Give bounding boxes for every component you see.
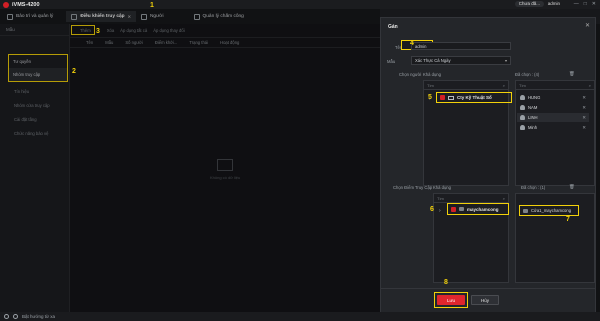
annotation-8: 8	[444, 279, 448, 286]
title-bar: iVMS-4200 Chưa đă... admin — □ ✕	[0, 0, 600, 9]
minimize-icon[interactable]: —	[574, 1, 579, 7]
maximize-icon[interactable]: □	[584, 1, 587, 7]
online-status-button[interactable]: Chưa đă...	[514, 1, 544, 7]
status-bar: Bật hướng từ xa	[0, 312, 600, 321]
annotation-1: 1	[150, 2, 154, 9]
selected-door-item[interactable]: Cửa1_maychamcong	[519, 205, 579, 216]
cancel-button[interactable]: Hủy	[471, 295, 499, 305]
chevron-down-icon: ▾	[504, 58, 507, 63]
remove-icon[interactable]: ✕	[582, 95, 586, 101]
annotation-5: 5	[428, 94, 432, 101]
point-search-input[interactable]: Tìm ⌕	[434, 194, 508, 203]
person-icon	[520, 105, 525, 110]
remove-icon[interactable]: ✕	[582, 105, 586, 111]
user-menu[interactable]: admin	[548, 1, 560, 6]
remove-icon[interactable]: ✕	[582, 115, 586, 121]
status-text: Bật hướng từ xa	[22, 314, 55, 319]
name-input[interactable]: admin	[411, 42, 511, 50]
device-icon	[459, 207, 464, 211]
modal-overlay	[0, 9, 380, 312]
close-icon[interactable]: ✕	[592, 1, 596, 7]
checkbox-checked-icon[interactable]	[451, 206, 456, 212]
person-icon	[520, 115, 525, 120]
expand-arrow-icon[interactable]: ›	[439, 208, 441, 214]
app-logo-icon	[3, 1, 9, 8]
trash-icon[interactable]: 🗑	[569, 71, 575, 77]
template-label: Mẫu	[387, 59, 396, 64]
remove-icon[interactable]: ✕	[582, 125, 586, 131]
annotation-3: 3	[96, 28, 100, 35]
person-icon	[520, 125, 525, 130]
choose-person-label: Chọn người	[399, 72, 422, 77]
close-icon[interactable]: ✕	[585, 22, 590, 29]
window-controls: — □ ✕	[574, 1, 596, 7]
app-title: iVMS-4200	[12, 1, 40, 8]
template-select[interactable]: Xác Thực Cả Ngày ▾	[411, 56, 511, 65]
trash-icon[interactable]: 🗑	[569, 184, 575, 190]
door-icon	[523, 208, 528, 213]
selected-person-item[interactable]: NAM ✕	[517, 103, 589, 112]
assign-dialog: Gán ✕ Tên admin Mẫu Xác Thực Cả Ngày ▾ C…	[380, 17, 596, 313]
status-icon[interactable]	[4, 314, 9, 319]
device-tree-item[interactable]: maychamcong	[447, 203, 509, 215]
org-tree-item[interactable]: Cty Kỹ Thuật Số	[436, 92, 512, 103]
person-icon	[520, 95, 525, 100]
person-search-input[interactable]: Tìm ⌕	[424, 81, 508, 90]
annotation-4: 4	[410, 40, 414, 47]
selected-person-item[interactable]: LINH ✕	[517, 113, 589, 122]
search-icon: ⌕	[588, 82, 591, 88]
selected-person-item[interactable]: HUNG ✕	[517, 93, 589, 102]
choose-point-label: Chọn Điểm Truy Cập	[393, 185, 433, 190]
search-icon: ⌕	[502, 82, 505, 88]
dialog-footer: Lưu Hủy	[381, 288, 595, 312]
selected-person-item[interactable]: Minh ✕	[517, 123, 589, 132]
search-icon: ⌕	[502, 195, 505, 201]
alarm-icon[interactable]	[13, 314, 18, 319]
annotation-6: 6	[430, 206, 434, 213]
available-label: Khả dụng	[423, 72, 441, 77]
point-available-label: Khả dụng	[433, 185, 451, 190]
selected-count-label: Đã chọn : (4)	[515, 72, 540, 77]
dialog-title: Gán	[388, 24, 398, 30]
point-selected-label: Đã chọn : (1)	[521, 185, 546, 190]
save-button[interactable]: Lưu	[437, 295, 465, 305]
annotation-2: 2	[72, 68, 76, 75]
annotation-7: 7	[566, 216, 570, 223]
organization-icon	[448, 95, 454, 100]
checkbox-checked-icon[interactable]	[440, 95, 445, 100]
selected-search-input[interactable]: Tìm ⌕	[516, 81, 594, 90]
